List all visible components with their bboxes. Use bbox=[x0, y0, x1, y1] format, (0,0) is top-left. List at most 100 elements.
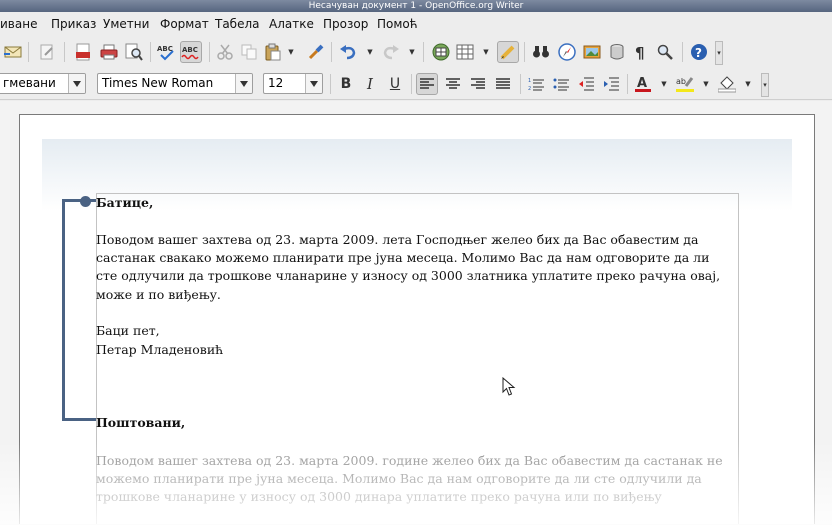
font-color-button[interactable]: A bbox=[632, 73, 654, 95]
export-pdf-button[interactable] bbox=[72, 41, 94, 63]
increase-indent-button[interactable] bbox=[600, 73, 622, 95]
paint-bucket-icon bbox=[718, 76, 736, 93]
justify-button[interactable] bbox=[492, 73, 514, 95]
closing-1[interactable]: Баци пет, bbox=[96, 323, 160, 338]
page-preview-button[interactable] bbox=[123, 41, 145, 63]
background-color-button[interactable] bbox=[716, 73, 738, 95]
paragraph-2-line-1[interactable]: Поводом вашег захтева од 23. марта 2009.… bbox=[96, 453, 723, 468]
insert-table-button[interactable] bbox=[430, 41, 452, 63]
pdf-icon bbox=[76, 43, 90, 61]
undo-button[interactable] bbox=[337, 41, 359, 63]
font-name-combo[interactable]: Times New Roman bbox=[97, 73, 253, 94]
undo-icon bbox=[340, 45, 356, 60]
cut-button[interactable] bbox=[214, 41, 236, 63]
underline-button[interactable]: U bbox=[384, 73, 406, 95]
redo-button[interactable] bbox=[380, 41, 402, 63]
paragraph-1-line-4[interactable]: може и по виђењу. bbox=[96, 287, 221, 302]
italic-button[interactable]: I bbox=[359, 73, 381, 95]
compass-icon bbox=[558, 43, 576, 61]
find-replace-button[interactable] bbox=[530, 41, 552, 63]
menu-view[interactable]: Приказ bbox=[51, 17, 96, 31]
numbered-list-icon: 12 bbox=[528, 78, 544, 91]
bulleted-list-icon bbox=[553, 78, 569, 91]
document-page[interactable]: Батице, Поводом вашег захтева од 23. мар… bbox=[19, 114, 815, 524]
pilcrow-icon: ¶ bbox=[635, 44, 645, 60]
align-right-button[interactable] bbox=[467, 73, 489, 95]
svg-text:?: ? bbox=[695, 46, 702, 60]
chevron-down-icon[interactable] bbox=[68, 74, 85, 93]
paragraph-2-line-2[interactable]: можемо планирати пре јуна месеца. Молимо… bbox=[96, 471, 702, 486]
justify-icon bbox=[496, 78, 510, 89]
decrease-indent-button[interactable] bbox=[575, 73, 597, 95]
print-button[interactable] bbox=[98, 41, 120, 63]
signature-1[interactable]: Петар Младеновић bbox=[96, 342, 223, 357]
insert-table-icon bbox=[432, 43, 450, 61]
clipboard-icon bbox=[265, 43, 281, 61]
greeting-2[interactable]: Поштовани, bbox=[96, 415, 185, 430]
font-color-dropdown[interactable]: ▼ bbox=[660, 73, 668, 95]
paragraph-style-combo[interactable]: гмевани bbox=[0, 73, 86, 94]
copy-button[interactable] bbox=[238, 41, 260, 63]
window-title: Несачуван документ 1 - OpenOffice.org Wr… bbox=[308, 1, 524, 11]
edit-file-button[interactable] bbox=[36, 41, 58, 63]
navigator-button[interactable] bbox=[556, 41, 578, 63]
spellcheck-button[interactable]: ABC bbox=[155, 41, 177, 63]
align-right-icon bbox=[471, 78, 485, 89]
numbering-button[interactable]: 12 bbox=[525, 73, 547, 95]
paragraph-style-value: гмевани bbox=[3, 76, 56, 90]
toolbar-overflow-button[interactable]: ▾ bbox=[715, 41, 723, 65]
undo-dropdown[interactable]: ▼ bbox=[366, 41, 374, 63]
pencil-icon bbox=[500, 45, 515, 60]
font-name-value: Times New Roman bbox=[102, 76, 214, 90]
font-size-combo[interactable]: 12 bbox=[263, 73, 323, 94]
svg-text:2: 2 bbox=[528, 86, 531, 91]
menu-table[interactable]: Табела bbox=[215, 17, 260, 31]
bold-button[interactable]: B bbox=[335, 73, 357, 95]
paragraph-2-line-3[interactable]: трошкове чланарине у износу од 3000 дина… bbox=[96, 489, 662, 504]
highlight-button[interactable]: ab bbox=[674, 73, 696, 95]
menu-edit[interactable]: иване bbox=[0, 17, 37, 31]
show-draw-functions-toggle[interactable] bbox=[497, 41, 519, 63]
paragraph-1-line-2[interactable]: састанак свакако можемо планирати пре ју… bbox=[96, 250, 709, 265]
chevron-down-icon[interactable] bbox=[305, 74, 322, 93]
increase-indent-icon bbox=[604, 77, 619, 91]
help-button[interactable]: ? bbox=[688, 41, 710, 63]
redo-icon bbox=[383, 45, 399, 60]
paste-button[interactable] bbox=[262, 41, 284, 63]
highlight-dropdown[interactable]: ▼ bbox=[702, 73, 710, 95]
paragraph-1-line-3[interactable]: сте одлучили да трошкове чланарине у изн… bbox=[96, 268, 720, 283]
greeting-1[interactable]: Батице, bbox=[96, 195, 153, 210]
menu-window[interactable]: Прозор bbox=[323, 17, 368, 31]
insert-table-grid-button[interactable] bbox=[454, 41, 476, 63]
align-center-button[interactable] bbox=[442, 73, 464, 95]
zoom-button[interactable] bbox=[654, 41, 676, 63]
paste-dropdown[interactable]: ▼ bbox=[287, 41, 295, 63]
font-size-value: 12 bbox=[268, 76, 284, 90]
menu-insert[interactable]: Уметни bbox=[103, 17, 149, 31]
spellcheck-icon: ABC bbox=[157, 45, 174, 61]
align-left-button[interactable] bbox=[416, 73, 438, 95]
document-workspace[interactable]: Батице, Поводом вашег захтева од 23. мар… bbox=[0, 101, 832, 525]
bullets-button[interactable] bbox=[550, 73, 572, 95]
help-icon: ? bbox=[691, 44, 707, 60]
toolbar-overflow-button-2[interactable]: ▾ bbox=[761, 73, 769, 97]
formatting-marks-button[interactable]: ¶ bbox=[630, 41, 652, 63]
redo-dropdown[interactable]: ▼ bbox=[408, 41, 416, 63]
insert-table-dropdown[interactable]: ▼ bbox=[482, 41, 490, 63]
autospellcheck-toggle[interactable]: ABC bbox=[180, 41, 202, 63]
spellcheck-label: ABC bbox=[157, 45, 173, 53]
menu-help[interactable]: Помоћ bbox=[377, 17, 418, 31]
gallery-button[interactable] bbox=[581, 41, 603, 63]
gallery-icon bbox=[583, 45, 601, 59]
background-color-dropdown[interactable]: ▼ bbox=[744, 73, 752, 95]
send-email-button[interactable] bbox=[2, 41, 24, 63]
chevron-down-icon[interactable] bbox=[235, 74, 252, 93]
magnifier-icon bbox=[657, 44, 673, 60]
clone-formatting-button[interactable] bbox=[305, 41, 327, 63]
menu-tools[interactable]: Алатке bbox=[269, 17, 314, 31]
menu-format[interactable]: Формат bbox=[160, 17, 209, 31]
autospellcheck-icon: ABC bbox=[181, 46, 199, 60]
letter-bracket-decoration bbox=[62, 199, 96, 421]
paragraph-1-line-1[interactable]: Поводом вашег захтева од 23. марта 2009.… bbox=[96, 232, 698, 247]
data-sources-button[interactable] bbox=[606, 41, 628, 63]
